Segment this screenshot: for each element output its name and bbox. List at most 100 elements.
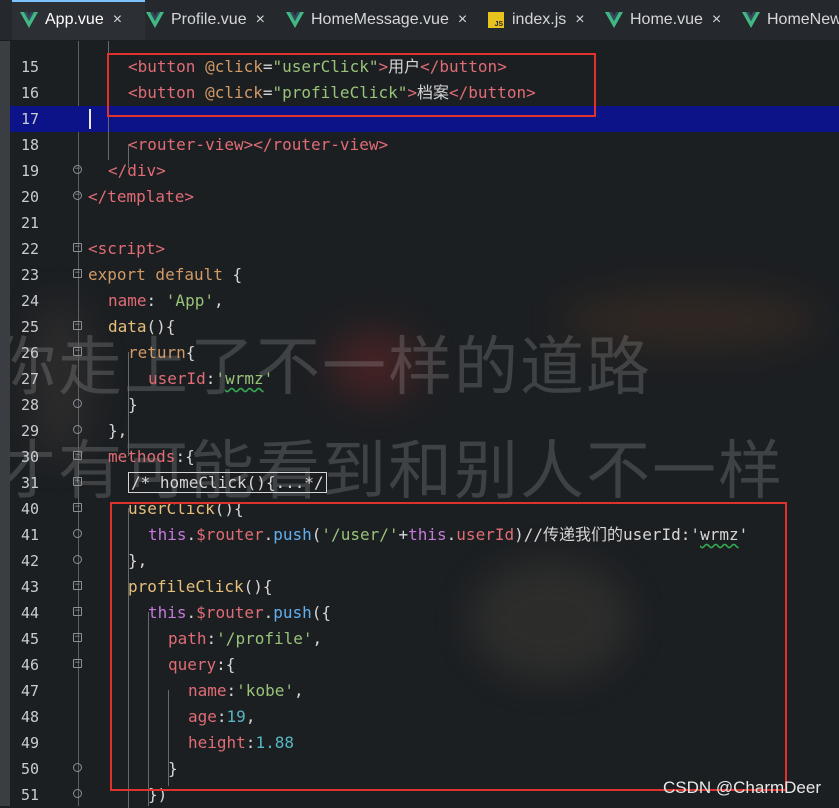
- code-line[interactable]: 28}: [0, 392, 839, 418]
- tab-label: App.vue: [45, 11, 104, 28]
- collapse-fold-icon[interactable]: [73, 399, 82, 408]
- code-line[interactable]: 31 + /* homeClick(){...*/: [0, 470, 839, 496]
- collapse-fold-icon[interactable]: −: [73, 269, 82, 278]
- collapse-fold-icon[interactable]: [73, 555, 82, 564]
- line-number: 23: [20, 266, 40, 284]
- tab-app-vue[interactable]: App.vue ×: [12, 0, 145, 40]
- collapse-fold-icon[interactable]: [73, 763, 82, 772]
- code-line[interactable]: 27 userId:'wrmz': [0, 366, 839, 392]
- tab-label: Home.vue: [630, 11, 703, 28]
- code-text: data(){: [108, 317, 176, 336]
- line-number: 21: [20, 214, 40, 232]
- collapse-fold-icon[interactable]: −: [73, 633, 82, 642]
- tab-profile-vue[interactable]: Profile.vue ×: [146, 0, 265, 40]
- indent-guide: [128, 144, 129, 168]
- line-number: 43: [20, 578, 40, 596]
- line-number: 49: [20, 734, 40, 752]
- code-text: return{: [128, 343, 196, 362]
- collapse-fold-icon[interactable]: −: [73, 243, 82, 252]
- line-number: 42: [20, 552, 40, 570]
- tab-label: HomeMessage.vue: [311, 11, 449, 28]
- vue-icon: [286, 11, 304, 29]
- close-icon[interactable]: ×: [712, 11, 721, 29]
- code-text: methods:{: [108, 447, 195, 466]
- code-line[interactable]: 30 − methods:{: [0, 444, 839, 470]
- code-line[interactable]: 18 <router-view></router-view>: [0, 132, 839, 158]
- tab-index-js[interactable]: JS index.js ×: [487, 0, 585, 40]
- collapse-fold-icon[interactable]: −: [73, 321, 82, 330]
- editor-tab-bar: App.vue × Profile.vue × HomeMessage.vue …: [0, 0, 839, 41]
- collapse-fold-icon[interactable]: −: [73, 503, 82, 512]
- tab-label: HomeNew: [767, 11, 839, 28]
- code-line[interactable]: 24 name: 'App',: [0, 288, 839, 314]
- line-number: 44: [20, 604, 40, 622]
- line-number: 22: [20, 240, 40, 258]
- close-icon[interactable]: ×: [575, 11, 584, 29]
- collapse-fold-icon[interactable]: [73, 789, 82, 798]
- code-line[interactable]: 26 − return{: [0, 340, 839, 366]
- tab-homenew-vue[interactable]: HomeNew: [742, 0, 839, 40]
- line-number: 24: [20, 292, 40, 310]
- collapse-fold-icon[interactable]: −: [73, 607, 82, 616]
- line-number: 26: [20, 344, 40, 362]
- line-number: 48: [20, 708, 40, 726]
- code-line[interactable]: 22 − <script>: [0, 236, 839, 262]
- line-number: 20: [20, 188, 40, 206]
- collapse-fold-icon[interactable]: −: [73, 191, 82, 200]
- collapse-fold-icon[interactable]: −: [73, 451, 82, 460]
- line-number: 19: [20, 162, 40, 180]
- tab-homemessage-vue[interactable]: HomeMessage.vue ×: [286, 0, 467, 40]
- code-text: <script>: [88, 239, 166, 258]
- code-text: </div>: [108, 161, 166, 180]
- code-text: /* homeClick(){...*/: [128, 470, 327, 496]
- text-cursor: [89, 109, 91, 129]
- line-number: 16: [20, 84, 40, 102]
- expand-fold-icon[interactable]: +: [73, 477, 82, 486]
- line-number: 31: [20, 474, 40, 492]
- line-number: 18: [20, 136, 40, 154]
- code-text: userId:'wrmz': [148, 369, 274, 388]
- line-number: 40: [20, 500, 40, 518]
- line-number: 50: [20, 760, 40, 778]
- tab-label: Profile.vue: [171, 11, 247, 28]
- code-line[interactable]: 23 − export default {: [0, 262, 839, 288]
- code-line[interactable]: 21: [0, 210, 839, 236]
- code-text: }: [128, 395, 138, 414]
- line-number: 30: [20, 448, 40, 466]
- vue-icon: [742, 11, 760, 29]
- watermark: CSDN @CharmDeer: [662, 778, 821, 797]
- vue-icon: [605, 11, 623, 29]
- line-number: 51: [20, 786, 40, 804]
- line-number: 25: [20, 318, 40, 336]
- line-number: 27: [20, 370, 40, 388]
- close-icon[interactable]: ×: [113, 11, 122, 29]
- code-text: },: [108, 421, 128, 440]
- collapse-fold-icon[interactable]: −: [73, 581, 82, 590]
- highlight-box-buttons: [107, 53, 596, 117]
- collapse-fold-icon[interactable]: −: [73, 659, 82, 668]
- code-text: </template>: [88, 187, 194, 206]
- code-line[interactable]: 25 − data(){: [0, 314, 839, 340]
- line-number: 47: [20, 682, 40, 700]
- code-line[interactable]: 19 − </div>: [0, 158, 839, 184]
- collapse-fold-icon[interactable]: −: [73, 165, 82, 174]
- collapse-fold-icon[interactable]: [73, 529, 82, 538]
- highlight-box-methods: [110, 502, 787, 791]
- line-number: 15: [20, 58, 40, 76]
- line-number: 28: [20, 396, 40, 414]
- code-text: name: 'App',: [108, 291, 224, 310]
- tab-home-vue[interactable]: Home.vue ×: [605, 0, 721, 40]
- line-number: 45: [20, 630, 40, 648]
- line-number: 46: [20, 656, 40, 674]
- line-number: 17: [20, 110, 40, 128]
- code-text: export default {: [88, 265, 243, 284]
- collapse-fold-icon[interactable]: [73, 425, 82, 434]
- close-icon[interactable]: ×: [256, 11, 265, 29]
- code-line[interactable]: 20 − </template>: [0, 184, 839, 210]
- collapse-fold-icon[interactable]: −: [73, 347, 82, 356]
- close-icon[interactable]: ×: [458, 11, 467, 29]
- left-margin-strip: [0, 0, 10, 806]
- line-number: 29: [20, 422, 40, 440]
- tab-label: index.js: [512, 11, 567, 28]
- code-line[interactable]: 29},: [0, 418, 839, 444]
